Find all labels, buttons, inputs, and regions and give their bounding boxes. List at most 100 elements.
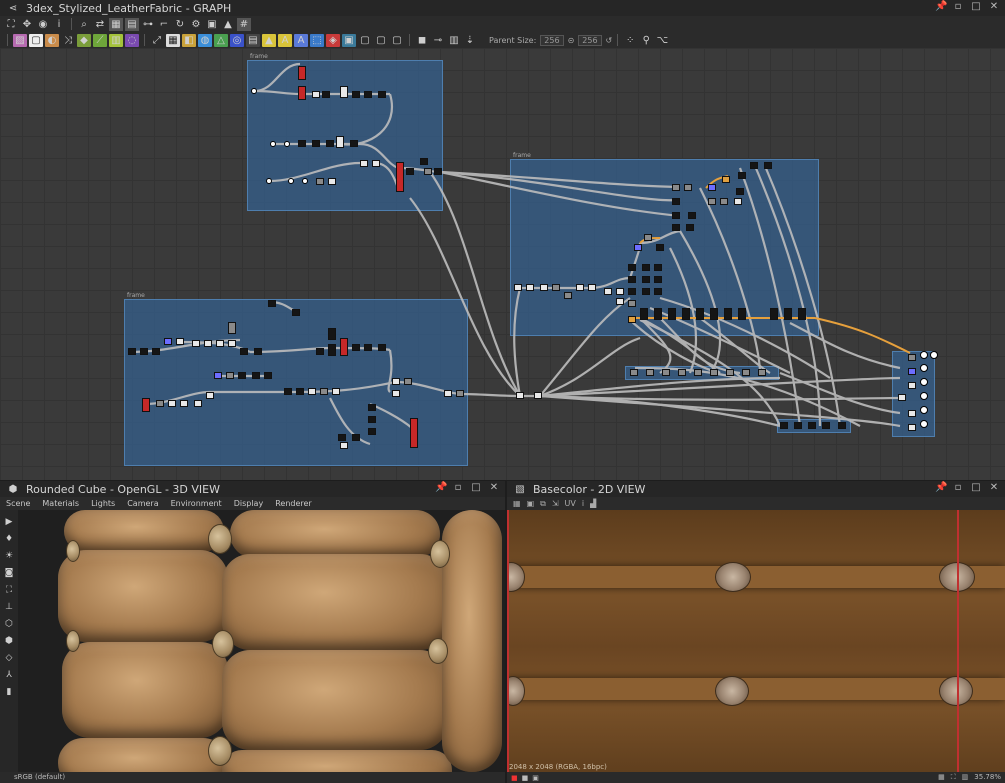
graph-node[interactable] [628,316,636,323]
graph-node[interactable] [710,369,718,376]
uniform-node-icon[interactable]: ▢ [29,33,43,47]
reset-icon[interactable]: ↺ [606,36,613,45]
graph-node[interactable] [206,392,214,399]
graph-node[interactable] [682,308,690,320]
pin-icon[interactable]: 📌 [935,1,947,12]
graph-node[interactable] [340,338,348,356]
graph-node[interactable] [424,168,432,175]
graph-node[interactable] [710,308,718,320]
plane-icon[interactable]: ◇ [3,652,15,663]
light-icon[interactable]: ♦ [3,533,15,544]
channel-a-icon[interactable]: ▣ [532,774,539,782]
graph-node[interactable] [214,372,222,379]
graph-node[interactable] [616,298,624,305]
graph-node[interactable] [708,184,716,191]
graph-node[interactable] [392,378,400,385]
graph-icon-output[interactable]: ⊶ [141,18,155,31]
frame-tool-icon[interactable]: ▥ [447,34,461,47]
graph-node[interactable] [628,288,636,295]
restore-icon[interactable]: ▫ [453,482,463,493]
graph-node[interactable] [516,392,524,399]
graph-node[interactable] [368,428,376,435]
graph-node[interactable] [764,162,772,169]
graph-node[interactable] [192,340,200,347]
graph-node[interactable] [588,284,596,291]
basecolor-texture[interactable] [507,510,1005,783]
screenshot-icon[interactable]: ◙ [3,567,15,578]
graph-node[interactable] [694,369,702,376]
graph-node[interactable] [368,404,376,411]
output-node[interactable] [920,406,928,414]
camera-icon[interactable]: ▶ [3,516,15,527]
menu-environment[interactable]: Environment [171,499,222,508]
graph-node[interactable] [908,382,916,389]
graph-node[interactable] [724,308,732,320]
node-input[interactable] [288,178,294,184]
graph-node[interactable] [654,288,662,295]
graph-node[interactable] [336,136,344,148]
graph-node[interactable] [678,369,686,376]
normal-node-icon[interactable]: ◎ [230,33,244,47]
maximize-icon[interactable]: □ [971,1,981,12]
close-icon[interactable]: ✕ [989,482,999,493]
graph-node[interactable] [180,400,188,407]
graph-node[interactable] [644,234,652,241]
menu-renderer[interactable]: Renderer [275,499,312,508]
info-icon[interactable]: i [582,499,584,508]
graph-node[interactable] [662,369,670,376]
graph-node[interactable] [140,348,148,355]
graph-node[interactable] [316,348,324,355]
frame-icon[interactable]: ▣ [205,18,219,31]
graph-node[interactable] [328,344,336,356]
tools-icon[interactable]: ⚙ [189,18,203,31]
graph-node[interactable] [142,398,150,412]
graph-node[interactable] [240,348,248,355]
node-input[interactable] [251,88,257,94]
sharpen-node-icon[interactable]: ▲ [262,33,276,47]
parent-size-height[interactable]: 256 [578,34,602,46]
graph-node[interactable] [734,198,742,205]
graph-node[interactable] [378,344,386,351]
graph-node[interactable] [254,348,262,355]
graph-node[interactable] [320,388,328,395]
graph-node[interactable] [352,434,360,441]
gradient-node-icon[interactable]: ◆ [77,33,91,47]
graph-node[interactable] [908,424,916,431]
graph-node[interactable] [642,288,650,295]
graph-node[interactable] [176,338,184,345]
view3d-viewport[interactable] [18,510,505,772]
refresh-icon[interactable]: ↻ [173,18,187,31]
parent-size-width[interactable]: 256 [540,34,564,46]
graph-node[interactable] [456,390,464,397]
graph-node[interactable] [696,308,704,320]
cube-shape-icon[interactable]: ⬡ [3,618,15,629]
output-node[interactable] [920,351,928,359]
axis-icon[interactable]: ⊥ [3,601,15,612]
link-icon[interactable]: ⇄ [93,18,107,31]
graph-node[interactable] [168,400,176,407]
graph-node[interactable] [328,328,336,340]
lightbulb-icon[interactable]: ☀ [3,550,15,561]
mesh-icon[interactable]: ⬢ [3,635,15,646]
menu-display[interactable]: Display [234,499,264,508]
graph-node[interactable] [322,91,330,98]
graph-node[interactable] [552,284,560,291]
graph-node[interactable] [642,264,650,271]
graph-node[interactable] [794,422,802,429]
graph-node[interactable] [396,162,404,192]
graph-node[interactable] [368,416,376,423]
maximize-icon[interactable]: □ [471,482,481,493]
graph-node[interactable] [298,66,306,80]
fit-view-icon[interactable]: ⛶ [951,773,956,782]
graph-node[interactable] [798,308,806,320]
maximize-icon[interactable]: □ [971,482,981,493]
graph-node[interactable] [750,162,758,169]
export-icon[interactable]: ⇲ [552,499,559,508]
link-dims-icon[interactable]: ⊝ [568,36,575,45]
graph-node[interactable] [808,422,816,429]
graph-node[interactable] [838,422,846,429]
camera-icon[interactable]: ◉ [36,18,50,31]
graph-node[interactable] [822,422,830,429]
graph-node[interactable] [780,422,788,429]
blend-node-icon[interactable]: ◧ [182,33,196,47]
